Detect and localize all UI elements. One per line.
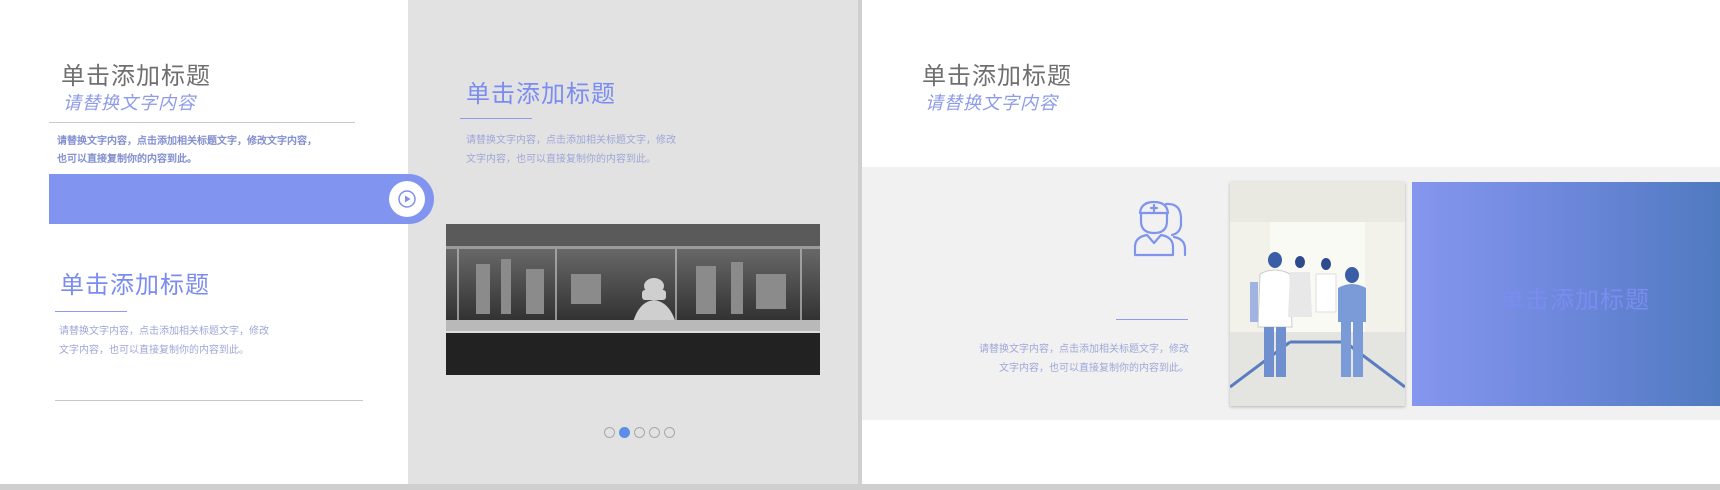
kitchen-photo	[446, 224, 820, 375]
top-subtitle: 请替换文字内容	[63, 93, 196, 114]
right-block-title: 单击添加标题	[466, 80, 616, 108]
top-divider	[49, 122, 355, 123]
top-title: 单击添加标题	[61, 62, 211, 90]
carousel-dot-2[interactable]	[619, 427, 630, 438]
feature-body-line2: 文字内容，也可以直接复制你的内容到此。	[999, 363, 1189, 374]
feature-title: 单击添加标题	[1500, 286, 1650, 314]
carousel-dot-5[interactable]	[664, 427, 675, 438]
top-body-line1: 请替换文字内容，点击添加相关标题文字，修改文字内容，	[57, 136, 317, 147]
lower-title: 单击添加标题	[60, 271, 210, 299]
lower-title-underline	[55, 311, 127, 312]
right-block-underline	[460, 118, 532, 119]
hospital-photo	[1230, 182, 1405, 406]
accent-bar	[49, 174, 434, 224]
feature-body-line1: 请替换文字内容，点击添加相关标题文字，修改	[979, 344, 1189, 355]
play-icon	[398, 190, 416, 208]
carousel-dot-1[interactable]	[604, 427, 615, 438]
right-block-body-line2: 文字内容，也可以直接复制你的内容到此。	[466, 154, 656, 165]
header-subtitle: 请替换文字内容	[925, 93, 1058, 114]
right-block-body-line1: 请替换文字内容，点击添加相关标题文字，修改	[466, 135, 676, 146]
header-title: 单击添加标题	[922, 62, 1072, 90]
slide-left: 单击添加标题 请替换文字内容 请替换文字内容，点击添加相关标题文字，修改文字内容…	[0, 0, 858, 484]
doctor-icon	[1133, 200, 1187, 257]
lower-divider	[55, 400, 363, 401]
slide-right: 单击添加标题 请替换文字内容 单击添加标题 请替换文字内容，点击添加相关标题文字…	[862, 0, 1720, 484]
lower-body-line2: 文字内容，也可以直接复制你的内容到此。	[59, 345, 249, 356]
carousel-dot-4[interactable]	[649, 427, 660, 438]
play-button[interactable]	[389, 181, 425, 217]
top-body-line2: 也可以直接复制你的内容到此。	[57, 154, 197, 165]
carousel-dots	[604, 427, 675, 440]
feature-title-underline	[1116, 319, 1188, 320]
lower-body-line1: 请替换文字内容，点击添加相关标题文字，修改	[59, 326, 269, 337]
carousel-dot-3[interactable]	[634, 427, 645, 438]
